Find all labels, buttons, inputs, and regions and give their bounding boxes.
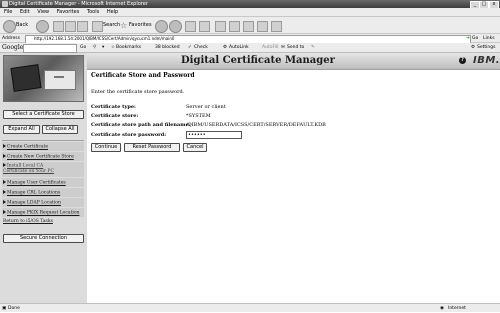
form-heading: Certificate Store and Password [91, 72, 195, 79]
sidebar-item-create-certificate[interactable]: Create Certificate [3, 144, 48, 150]
select-certificate-store-button[interactable]: Select a Certificate Store [3, 110, 84, 119]
edit-icon[interactable] [215, 21, 226, 32]
certificate-type-value: Server or client [186, 104, 226, 110]
return-to-os-tasks-link[interactable]: Return to i5/OS Tasks [3, 219, 53, 224]
certificate-type-label: Certificate type: [91, 104, 136, 110]
google-toolbar: Google Go ⚲ ▾ ☆ Bookmarks 38 blocked ✓ C… [0, 43, 500, 53]
extra-icon[interactable] [271, 21, 282, 32]
google-toolbar-misc-icon[interactable]: ▾ [102, 43, 104, 53]
bookmarks-icon[interactable]: ☆ [111, 43, 115, 53]
divider [2, 140, 84, 141]
triangle-icon [3, 180, 6, 184]
autolink-button[interactable]: AutoLink [229, 43, 249, 53]
go-button[interactable]: Go [472, 34, 478, 43]
ibm-logo: IBM. [473, 55, 500, 66]
back-button-label[interactable]: Back [16, 20, 28, 31]
certificate-store-value: *SYSTEM [186, 113, 211, 119]
favorites-button-label[interactable]: Favorites [129, 20, 152, 31]
autolink-icon[interactable]: ⚙ [223, 43, 227, 53]
certificate-store-label: Certificate store: [91, 113, 139, 119]
sidebar-item-install-local-ca[interactable]: Install Local CA Certificate on Your PC [3, 163, 55, 174]
forward-arrow-icon[interactable] [36, 20, 49, 33]
messenger-icon[interactable] [257, 21, 268, 32]
stop-icon[interactable] [53, 21, 64, 32]
sidebar-item-manage-user-certificates[interactable]: Manage User Certificates [3, 180, 66, 186]
page-title: Digital Certificate Manager [181, 55, 335, 66]
window-titlebar: Digital Certificate Manager - Microsoft … [0, 0, 500, 9]
menu-edit[interactable]: Edit [20, 9, 30, 15]
go-arrow-icon[interactable]: ➔ [466, 34, 470, 43]
store-path-value: /QIBM/USERDATA/ICSS/CERT/SERVER/DEFAULT.… [186, 122, 326, 128]
back-arrow-icon[interactable] [3, 20, 16, 33]
settings-button[interactable]: Settings [477, 43, 495, 53]
gear-icon[interactable]: ⚙ [471, 43, 475, 53]
autofill-button[interactable]: AutoFill [262, 43, 278, 53]
collapse-all-button[interactable]: Collapse All [42, 125, 78, 134]
sidebar-item-create-new-store[interactable]: Create New Certificate Store [3, 154, 74, 160]
window-title: Digital Certificate Manager - Microsoft … [9, 1, 148, 7]
menu-favorites[interactable]: Favorites [57, 9, 80, 15]
research-icon[interactable] [243, 21, 254, 32]
google-go-button[interactable]: Go [80, 43, 86, 53]
sendto-icon[interactable]: ✉ [281, 43, 285, 53]
favorites-star-icon[interactable]: ☆ [120, 20, 127, 31]
certificate-line-graphic [54, 76, 64, 78]
triangle-icon [3, 210, 6, 214]
monitor-graphic [10, 64, 42, 92]
triangle-icon [3, 154, 6, 158]
ie-icon [2, 1, 8, 7]
google-search-input[interactable] [23, 44, 77, 53]
google-search-icon[interactable]: ⚲ [93, 43, 96, 53]
search-button-label[interactable]: Search [103, 20, 120, 31]
menu-help[interactable]: Help [107, 9, 118, 15]
menu-tools[interactable]: Tools [87, 9, 99, 15]
triangle-icon [3, 163, 6, 167]
sidebar-item-manage-crl-locations[interactable]: Manage CRL Locations [3, 190, 60, 196]
check-button[interactable]: Check [194, 43, 208, 53]
secure-connection-button[interactable]: Secure Connection [3, 234, 84, 243]
browser-toolbar: Back Search ☆ Favorites [0, 17, 500, 34]
highlight-icon[interactable]: ✎ [311, 43, 315, 53]
home-icon[interactable] [77, 21, 88, 32]
menu-bar: File Edit View Favorites Tools Help [0, 8, 500, 17]
history-icon[interactable] [155, 20, 168, 33]
mail-icon[interactable] [199, 21, 210, 32]
store-password-label: Certificate store password: [91, 132, 167, 138]
triangle-icon [3, 144, 6, 148]
certificate-graphic [44, 70, 76, 90]
media-icon[interactable] [169, 20, 182, 33]
sidebar-item-manage-pkix-request[interactable]: Manage PKIX Request Location [3, 210, 79, 216]
refresh-icon[interactable] [65, 21, 76, 32]
triangle-icon [3, 190, 6, 194]
menu-file[interactable]: File [4, 9, 12, 15]
menu-view[interactable]: View [37, 9, 49, 15]
address-label: Address [2, 36, 20, 41]
cancel-button[interactable]: Cancel [183, 143, 207, 152]
spellcheck-icon[interactable]: ✓ [188, 43, 192, 53]
expand-all-button[interactable]: Expand All [3, 125, 40, 134]
address-bar: Address http://192.168.1.54:2001/QIBM/IC… [0, 34, 500, 44]
popup-blocked-button[interactable]: 38 blocked [155, 43, 180, 53]
sendto-button[interactable]: Send to [287, 43, 304, 53]
triangle-icon [3, 200, 6, 204]
continue-button[interactable]: Continue [91, 143, 121, 152]
discuss-icon[interactable] [229, 21, 240, 32]
store-path-label: Certificate store path and filename: [91, 122, 191, 128]
links-button[interactable]: Links [483, 34, 495, 43]
page-banner: Digital Certificate Manager ? IBM. [87, 53, 500, 70]
search-icon[interactable] [92, 21, 103, 32]
form-instruction: Enter the certificate store password. [91, 89, 185, 95]
google-logo: Google [2, 44, 24, 51]
address-url: http://192.168.1.54:2001/QIBM/ICSS/Cert/… [34, 36, 175, 41]
bookmarks-button[interactable]: Bookmarks [116, 43, 141, 53]
store-password-input[interactable]: •••••• [186, 131, 242, 139]
dcm-hero-image [3, 55, 84, 102]
sidebar-item-manage-ldap-location[interactable]: Manage LDAP Location [3, 200, 61, 206]
print-icon[interactable] [185, 21, 196, 32]
reset-password-button[interactable]: Reset Password [124, 143, 180, 152]
status-bar: ▣ Done ◉ Internet [0, 303, 500, 312]
help-icon[interactable]: ? [459, 57, 466, 64]
